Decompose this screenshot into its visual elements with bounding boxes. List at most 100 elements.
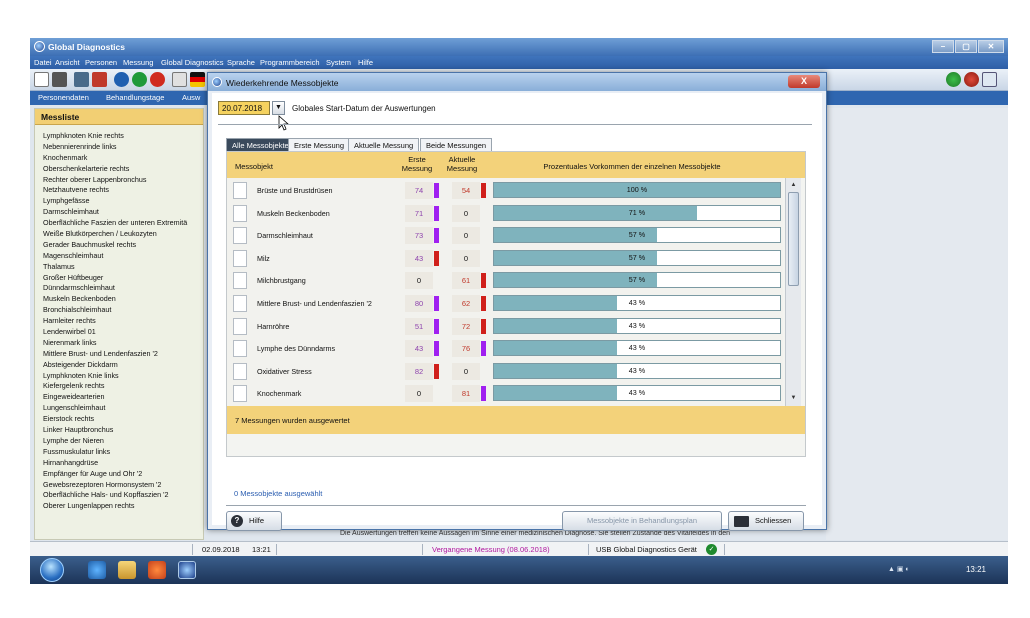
schliessen-button[interactable]: Schliessen — [728, 511, 804, 531]
messliste-item[interactable]: Oberer Lungenlappen rechts — [35, 501, 203, 512]
table-row[interactable]: Milz 43 0 57 % — [227, 248, 783, 269]
messliste-item[interactable]: Mittlere Brust- und Lendenfaszien '2 — [35, 349, 203, 360]
messliste-item[interactable]: Oberflächliche Hals- und Kopffaszien '2 — [35, 490, 203, 501]
table-row[interactable]: Brüste und Brustdrüsen 74 54 100 % — [227, 180, 783, 201]
menu-system[interactable]: System — [326, 58, 351, 67]
info-icon[interactable] — [114, 72, 129, 87]
table-row[interactable]: Darmschleimhaut 73 0 57 % — [227, 225, 783, 246]
messliste-item[interactable]: Lymphknoten Knie links — [35, 371, 203, 382]
menu-programmbereich[interactable]: Programmbereich — [260, 58, 320, 67]
messliste-item[interactable]: Lymphe der Nieren — [35, 436, 203, 447]
browser-icon[interactable] — [88, 561, 106, 579]
folder-icon[interactable] — [118, 561, 136, 579]
print-icon[interactable] — [52, 72, 67, 87]
start-button[interactable] — [40, 558, 64, 582]
table-row[interactable]: Lymphe des Dünndarms 43 76 43 % — [227, 338, 783, 359]
table-row[interactable]: Muskeln Beckenboden 71 0 71 % — [227, 203, 783, 224]
messliste-item[interactable]: Netzhautvene rechts — [35, 185, 203, 196]
table-row[interactable]: Milchbrustgang 0 61 57 % — [227, 270, 783, 291]
messliste-item[interactable]: Eingeweidearterien — [35, 392, 203, 403]
taskbar-clock[interactable]: 13:21 — [966, 565, 986, 574]
messliste-item[interactable]: Linker Hauptbronchus — [35, 425, 203, 436]
messliste-item[interactable]: Empfänger für Auge und Ohr '2 — [35, 469, 203, 480]
book-icon[interactable] — [92, 72, 107, 87]
messliste-item[interactable]: Weiße Blutkörperchen / Leukozyten — [35, 229, 203, 240]
tray-icons[interactable]: ▲ ▣ ◐ — [888, 565, 910, 573]
messliste-item[interactable]: Lendenwirbel 01 — [35, 327, 203, 338]
export-icon[interactable] — [982, 72, 997, 87]
row-checkbox[interactable] — [233, 317, 247, 335]
app-close-button[interactable]: ✕ — [978, 40, 1004, 53]
tab-beide-messungen[interactable]: Beide Messungen — [420, 138, 493, 151]
messliste-item[interactable]: Thalamus — [35, 262, 203, 273]
messliste-item[interactable]: Harnleiter rechts — [35, 316, 203, 327]
row-checkbox[interactable] — [233, 227, 247, 245]
row-checkbox[interactable] — [233, 272, 247, 290]
row-checkbox[interactable] — [233, 340, 247, 358]
messliste-item[interactable]: Lymphknoten Knie rechts — [35, 131, 203, 142]
row-checkbox[interactable] — [233, 362, 247, 380]
messliste-item[interactable]: Nierenmark links — [35, 338, 203, 349]
messliste-item[interactable]: Eierstock rechts — [35, 414, 203, 425]
menu-global-diagnostics[interactable]: Global Diagnostics — [161, 58, 224, 67]
messliste-item[interactable]: Kiefergelenk rechts — [35, 381, 203, 392]
table-row[interactable]: Harnröhre 51 72 43 % — [227, 316, 783, 337]
start-date-field[interactable]: 20.07.2018 — [218, 101, 270, 115]
messliste-item[interactable]: Gerader Bauchmuskel rechts — [35, 240, 203, 251]
messliste-item[interactable]: Absteigender Dickdarm — [35, 360, 203, 371]
list-icon[interactable] — [74, 72, 89, 87]
messliste-item[interactable]: Hirnanhangdrüse — [35, 458, 203, 469]
new-file-icon[interactable] — [34, 72, 49, 87]
tab-behandlungstage[interactable]: Behandlungstage — [106, 93, 164, 102]
messliste-item[interactable]: Oberflächliche Faszien der unteren Extre… — [35, 218, 203, 229]
help-button[interactable]: ? Hilfe — [226, 511, 282, 531]
messliste-item[interactable]: Bronchialschleimhaut — [35, 305, 203, 316]
messliste-item[interactable]: Gewebsrezeptoren Hormonsystem '2 — [35, 480, 203, 491]
messliste-item[interactable]: Fussmuskulatur links — [35, 447, 203, 458]
menu-ansicht[interactable]: Ansicht — [55, 58, 80, 67]
table-row[interactable]: Oxidativer Stress 82 0 43 % — [227, 361, 783, 382]
messliste-item[interactable]: Darmschleimhaut — [35, 207, 203, 218]
tab-alle-messobjekte[interactable]: Alle Messobjekte — [226, 138, 295, 151]
info-green-icon[interactable] — [132, 72, 147, 87]
tab-aktuelle-messung[interactable]: Aktuelle Messung — [348, 138, 420, 151]
table-scrollbar[interactable]: ▲ ▼ — [785, 178, 801, 406]
global-diagnostics-taskbar-icon[interactable] — [178, 561, 196, 579]
scroll-thumb[interactable] — [788, 192, 799, 286]
row-checkbox[interactable] — [233, 295, 247, 312]
messliste-item[interactable]: Nebennierenrinde links — [35, 142, 203, 153]
tab-erste-messung[interactable]: Erste Messung — [288, 138, 351, 151]
menu-sprache[interactable]: Sprache — [227, 58, 255, 67]
messliste-item[interactable]: Magenschleimhaut — [35, 251, 203, 262]
messliste-item[interactable]: Knochenmark — [35, 153, 203, 164]
row-checkbox[interactable] — [233, 182, 247, 199]
messliste-item[interactable]: Rechter oberer Lappenbronchus — [35, 175, 203, 186]
dialog-close-button[interactable]: X — [788, 75, 820, 88]
card-icon[interactable] — [172, 72, 187, 87]
tab-personendaten[interactable]: Personendaten — [38, 93, 89, 102]
german-flag-icon[interactable] — [190, 72, 205, 87]
table-row[interactable]: Knochenmark 0 81 43 % — [227, 383, 783, 404]
menu-datei[interactable]: Datei — [34, 58, 52, 67]
menu-messung[interactable]: Messung — [123, 58, 153, 67]
person-red-icon[interactable] — [964, 72, 979, 87]
messliste-item[interactable]: Dünndarmschleimhaut — [35, 283, 203, 294]
media-player-icon[interactable] — [148, 561, 166, 579]
date-dropdown-button[interactable]: ▼ — [272, 101, 285, 115]
tab-auswertung[interactable]: Ausw — [182, 93, 200, 102]
minimize-button[interactable]: – — [932, 40, 954, 53]
messliste-item[interactable]: Lymphgefässe — [35, 196, 203, 207]
menu-hilfe[interactable]: Hilfe — [358, 58, 373, 67]
messobjekte-in-behandlungsplan-button[interactable]: Messobjekte in Behandlungsplan — [562, 511, 722, 531]
row-checkbox[interactable] — [233, 385, 247, 403]
messliste-item[interactable]: Lungenschleimhaut — [35, 403, 203, 414]
messliste-item[interactable]: Muskeln Beckenboden — [35, 294, 203, 305]
person-green-icon[interactable] — [946, 72, 961, 87]
menu-personen[interactable]: Personen — [85, 58, 117, 67]
row-checkbox[interactable] — [233, 249, 247, 267]
scroll-up-icon[interactable]: ▲ — [788, 180, 799, 191]
messliste-item[interactable]: Oberschenkelarterie rechts — [35, 164, 203, 175]
info-red-icon[interactable] — [150, 72, 165, 87]
maximize-button[interactable]: ▢ — [955, 40, 977, 53]
scroll-down-icon[interactable]: ▼ — [788, 393, 799, 404]
